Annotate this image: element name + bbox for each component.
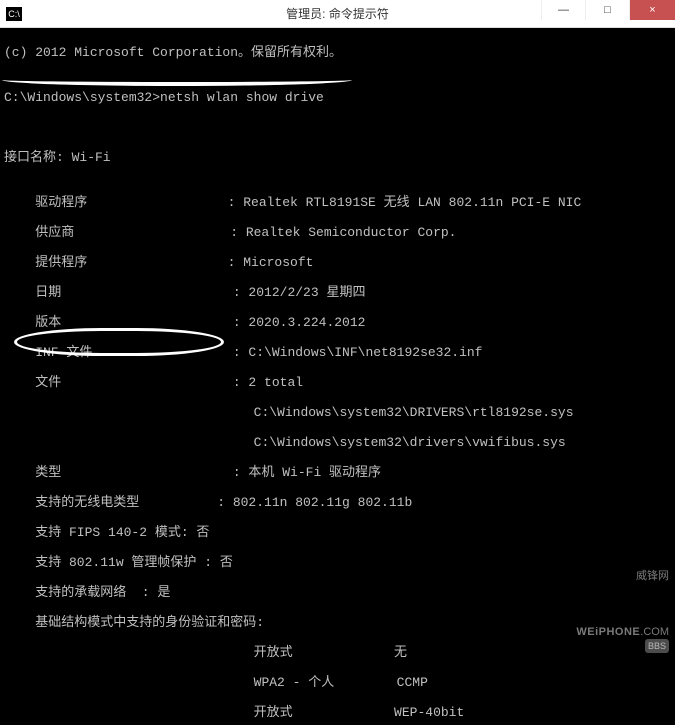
prompt-line: C:\Windows\system32>netsh wlan show driv… <box>4 90 671 105</box>
window-controls: — □ × <box>541 0 675 20</box>
annotation-circle <box>14 328 224 356</box>
radio-types-line: 支持的无线电类型 : 802.11n 802.11g 802.11b <box>4 495 671 510</box>
file-path-line: C:\Windows\system32\DRIVERS\rtl8192se.sy… <box>4 405 671 420</box>
files-line: 文件 : 2 total <box>4 375 671 390</box>
watermark: 威锋网 WEiPHONE.COM BBS <box>558 541 669 695</box>
window-titlebar: C:\ 管理员: 命令提示符 — □ × <box>0 0 675 28</box>
type-line: 类型 : 本机 Wi-Fi 驱动程序 <box>4 465 671 480</box>
watermark-badge: BBS <box>645 639 669 653</box>
close-button[interactable]: × <box>629 0 675 20</box>
driver-line: 驱动程序 : Realtek RTL8191SE 无线 LAN 802.11n … <box>4 195 671 210</box>
vendor-line: 供应商 : Realtek Semiconductor Corp. <box>4 225 671 240</box>
maximize-button[interactable]: □ <box>585 0 629 20</box>
cmd-icon: C:\ <box>6 7 22 21</box>
provider-line: 提供程序 : Microsoft <box>4 255 671 270</box>
fips-line: 支持 FIPS 140-2 模式: 否 <box>4 525 671 540</box>
window-title: 管理员: 命令提示符 <box>286 5 389 22</box>
annotation-underline <box>2 74 352 86</box>
file-path-line: C:\Windows\system32\drivers\vwifibus.sys <box>4 435 671 450</box>
minimize-button[interactable]: — <box>541 0 585 20</box>
date-line: 日期 : 2012/2/23 星期四 <box>4 285 671 300</box>
watermark-tld: .COM <box>640 626 669 638</box>
copyright-line: (c) 2012 Microsoft Corporation。保留所有权利。 <box>4 45 671 60</box>
watermark-brand: WEiPHONE <box>576 626 640 638</box>
watermark-line1: 威锋网 <box>558 569 669 583</box>
console-output[interactable]: (c) 2012 Microsoft Corporation。保留所有权利。 C… <box>0 28 675 725</box>
interface-name-line: 接口名称: Wi-Fi <box>4 150 671 165</box>
auth-cipher-line: 开放式 WEP-40bit <box>4 705 671 720</box>
